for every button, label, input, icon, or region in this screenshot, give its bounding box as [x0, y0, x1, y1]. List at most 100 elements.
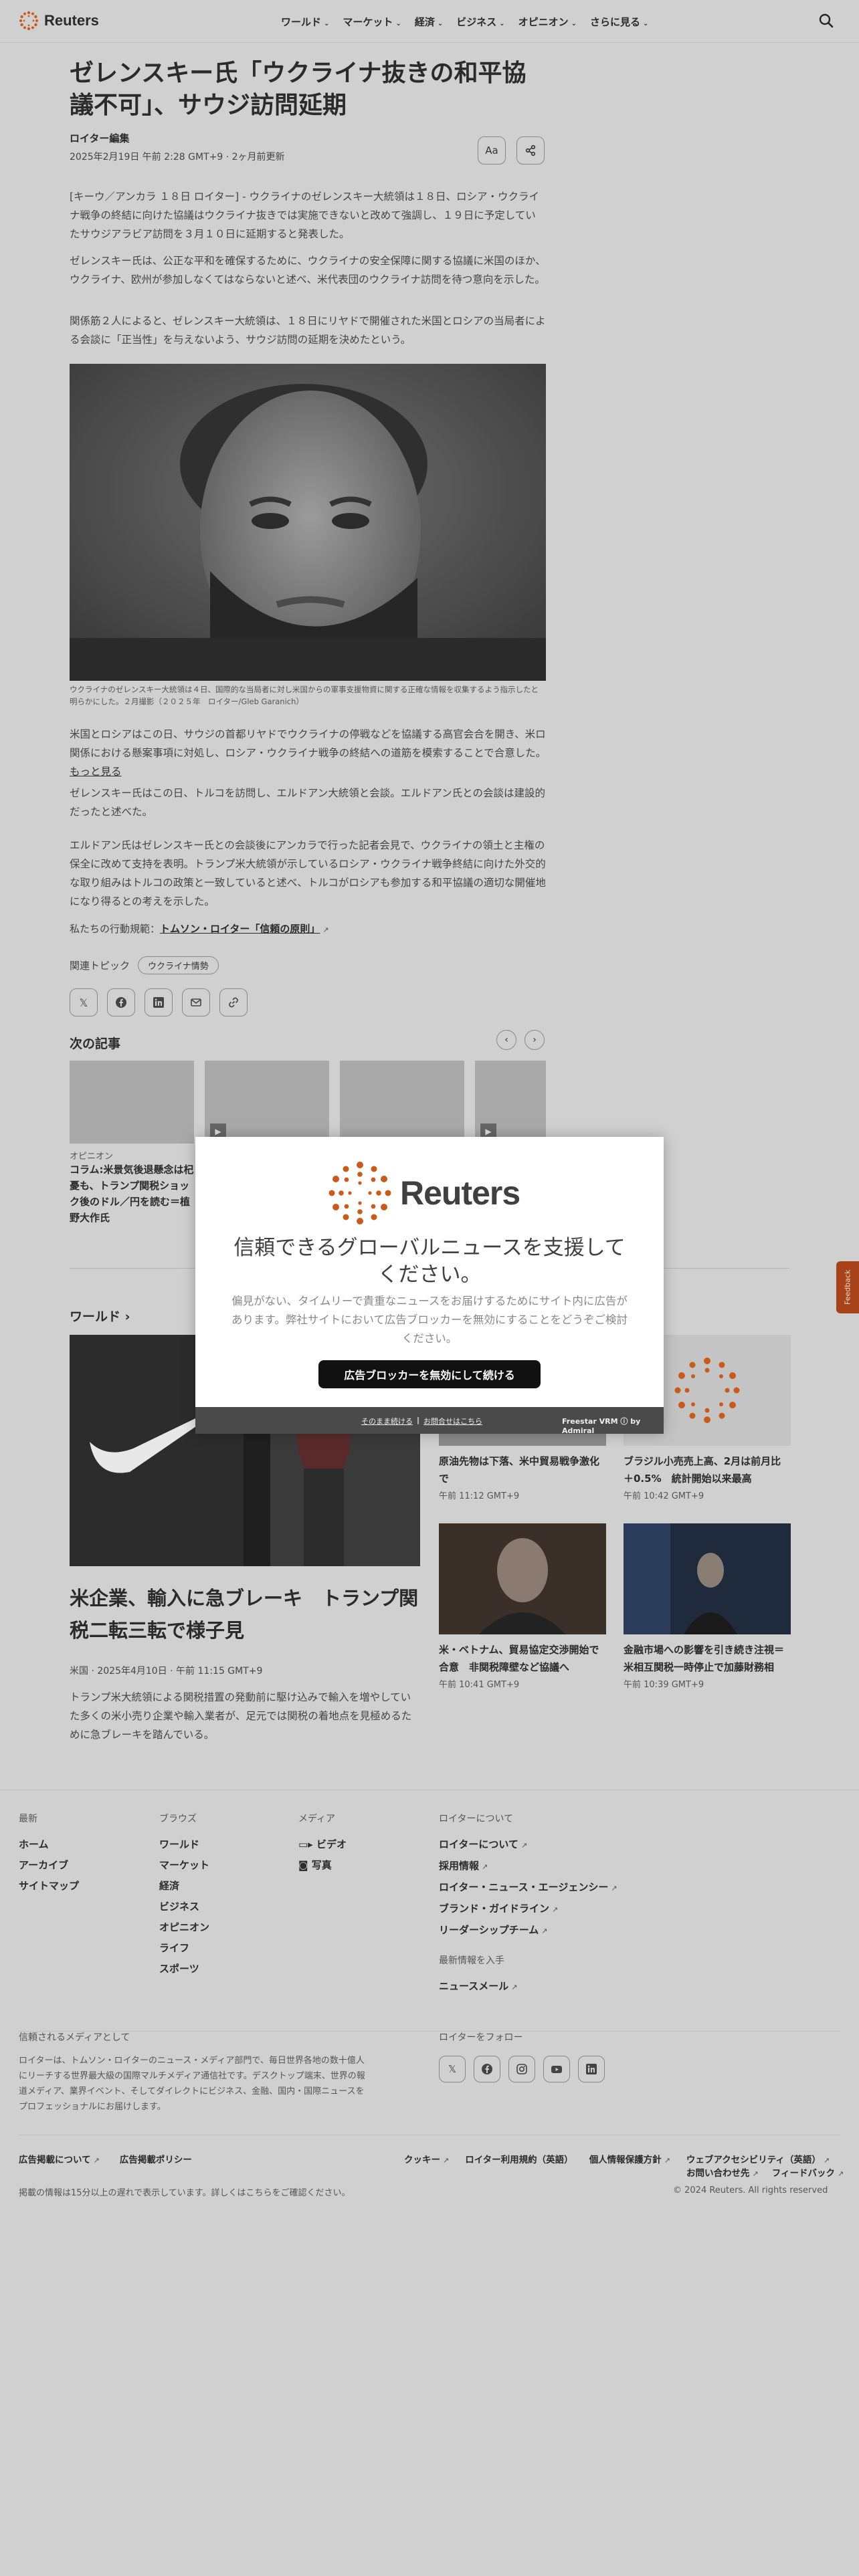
reuters-logo[interactable]: Reuters [19, 11, 99, 31]
feedback-tab[interactable]: Feedback [836, 1261, 859, 1313]
external-link-icon: ↗ [511, 1983, 518, 1992]
facebook-share-button[interactable] [107, 988, 135, 1016]
footer-link[interactable]: ブランド・ガイドライン ↗ [439, 1899, 617, 1920]
youtube-icon [551, 2066, 562, 2073]
facebook-follow-button[interactable] [474, 2056, 500, 2082]
topics-label: 関連トピック [70, 960, 130, 972]
disable-adblock-button[interactable]: 広告ブロッカーを無効にして続ける [318, 1360, 541, 1388]
modal-links: そのまま続ける | お問合せはこちら [361, 1416, 482, 1426]
footer-link[interactable]: 経済 [159, 1876, 209, 1897]
more-link[interactable]: もっと見る [70, 766, 122, 778]
legal-links-right-2: お問い合わせ先 ↗ フィードバック ↗ [686, 2165, 844, 2179]
link-label: ビデオ [316, 1838, 347, 1850]
chevron-down-icon: ⌄ [395, 20, 401, 27]
legal-link[interactable]: ロイター利用規約（英語） [465, 2152, 573, 2165]
footer-link-photo[interactable]: ◙ 写真 [298, 1855, 347, 1876]
vendor-brand[interactable]: Freestar VRM ⓘ by Admiral [562, 1416, 664, 1435]
camera-icon: ◙ [298, 1859, 308, 1871]
link-label: クッキー [404, 2155, 440, 2165]
search-button[interactable] [818, 12, 835, 29]
next-article-card[interactable]: ▶ [475, 1061, 546, 1149]
link-label: お問い合わせ先 [686, 2168, 750, 2179]
footer-link[interactable]: サイトマップ [19, 1876, 79, 1897]
byline[interactable]: ロイター編集 [70, 131, 546, 145]
logo-text: Reuters [44, 12, 99, 29]
link-label: ブランド・ガイドライン [439, 1903, 550, 1915]
newsletter-link[interactable]: ニュースメール ↗ [439, 1976, 617, 1998]
trust-principles: 私たちの行動規範：トムソン・ロイター「信頼の原則」 ↗ [70, 922, 329, 936]
instagram-follow-button[interactable] [508, 2056, 535, 2082]
world-section-heading[interactable]: ワールド › [70, 1307, 130, 1325]
modal-body: 偏見がない、タイムリーで貴重なニュースをお届けするためにサイト内に広告があります… [231, 1295, 628, 1345]
world-heading-text: ワールド [70, 1309, 121, 1324]
external-link-icon: ↗ [541, 1927, 548, 1935]
article-photo[interactable] [70, 364, 546, 681]
youtube-follow-button[interactable] [543, 2056, 570, 2082]
linkedin-follow-button[interactable] [578, 2056, 605, 2082]
adblock-modal: Reuters 信頼できるグローバルニュースを支援してください。 偏見がない、タ… [195, 1137, 664, 1435]
next-article-card[interactable]: オピニオン コラム:米景気後退懸念は杞憂も、トランプ関税ショック後のドル／円を読… [70, 1061, 194, 1226]
topic-pill[interactable]: ウクライナ情勢 [138, 956, 219, 974]
link-icon [229, 997, 238, 1008]
delay-notice: 掲載の情報は15分以上の遅れで表示しています。詳しくはこちらをご確認ください。 [19, 2188, 351, 2198]
nav-item-opinion[interactable]: オピニオン ⌄ [518, 15, 577, 29]
world-hero-title[interactable]: 米企業、輸入に急ブレーキ トランプ関税二転三転で様子見 [70, 1582, 420, 1646]
share-button[interactable] [516, 136, 545, 165]
legal-link[interactable]: クッキー ↗ [404, 2152, 449, 2165]
continue-link[interactable]: そのまま続ける [361, 1416, 413, 1426]
linkedin-icon [586, 2064, 597, 2074]
page: Reuters ワールド ⌄ マーケット ⌄ 経済 ⌄ ビジネス ⌄ オピニオン ⌄ さら… [0, 0, 859, 2576]
font-size-label: Aa [485, 144, 498, 156]
facebook-icon [482, 2064, 492, 2074]
footer-link[interactable]: ビジネス [159, 1897, 209, 1917]
legal-link[interactable]: お問い合わせ先 ↗ [686, 2165, 759, 2179]
legal-link[interactable]: 広告掲載ポリシー [120, 2152, 192, 2165]
footer-link[interactable]: スポーツ [159, 1959, 209, 1979]
footer-link[interactable]: アーカイブ [19, 1855, 79, 1876]
next-article-card[interactable]: ▶ [205, 1061, 329, 1149]
x-follow-button[interactable]: 𝕏 [439, 2056, 466, 2082]
footer-link-video[interactable]: ▭▸ ビデオ [298, 1834, 347, 1855]
legal-link[interactable]: フィードバック ↗ [772, 2165, 844, 2179]
nav-item-markets[interactable]: マーケット ⌄ [343, 15, 401, 29]
footer-col-browse: ブラウズ ワールド マーケット 経済 ビジネス オピニオン ライフ スポーツ [159, 1812, 209, 1979]
footer-link[interactable]: マーケット [159, 1855, 209, 1876]
nav-item-world[interactable]: ワールド ⌄ [281, 15, 329, 29]
copy-link-button[interactable] [219, 988, 248, 1016]
modal-footer-bar: そのまま続ける | お問合せはこちら Freestar VRM ⓘ by Adm… [195, 1407, 664, 1435]
carousel-next-button[interactable]: › [524, 1030, 545, 1050]
world-card[interactable]: 金融市場への影響を引き続き注視＝米相互関税一時停止で加藤財務相 午前 10:39… [624, 1523, 791, 1690]
nav-item-business[interactable]: ビジネス ⌄ [456, 15, 504, 29]
x-share-button[interactable]: 𝕏 [70, 988, 98, 1016]
nav-item-economy[interactable]: 経済 ⌄ [415, 15, 443, 29]
share-icon [525, 144, 536, 156]
linkedin-share-button[interactable] [145, 988, 173, 1016]
legal-link[interactable]: 広告掲載について ↗ [19, 2152, 100, 2165]
mail-share-button[interactable] [182, 988, 210, 1016]
nav-item-more[interactable]: さらに見る ⌄ [590, 15, 648, 29]
card-meta: 午前 11:12 GMT+9 [439, 1491, 520, 1501]
carousel-prev-button[interactable]: ‹ [496, 1030, 516, 1050]
external-link-icon: ↗ [322, 926, 329, 934]
footer-link[interactable]: ホーム [19, 1834, 79, 1855]
link-label: 広告掲載について [19, 2155, 91, 2165]
chevron-down-icon: ⌄ [499, 20, 505, 27]
link-label: フィードバック [771, 2168, 835, 2179]
footer-link[interactable]: ワールド [159, 1834, 209, 1855]
font-size-button[interactable]: Aa [478, 136, 506, 165]
principles-link[interactable]: トムソン・ロイター「信頼の原則」 [160, 923, 320, 935]
chevron-down-icon: ⌄ [643, 20, 649, 27]
footer-link[interactable]: ロイター・ニュース・エージェンシー ↗ [439, 1877, 617, 1899]
footer-link[interactable]: オピニオン [159, 1917, 209, 1938]
footer-link[interactable]: リーダーシップチーム ↗ [439, 1920, 617, 1941]
footer-link[interactable]: 採用情報 ↗ [439, 1856, 617, 1877]
legal-link[interactable]: ウェブアクセシビリティ（英語） ↗ [686, 2152, 830, 2165]
footer-link[interactable]: ライフ [159, 1938, 209, 1959]
footer-link[interactable]: ロイターについて ↗ [439, 1834, 617, 1856]
world-card[interactable]: 米・ベトナム、貿易協定交渉開始で合意 非関税障壁など協議へ 午前 10:41 G… [439, 1523, 606, 1690]
contact-link[interactable]: お問合せはこちら [423, 1416, 482, 1426]
next-article-card[interactable] [340, 1061, 464, 1149]
legal-link[interactable]: 個人情報保護方針 ↗ [589, 2152, 670, 2165]
card-meta: 午前 10:39 GMT+9 [624, 1680, 704, 1690]
external-link-icon: ↗ [752, 2169, 759, 2178]
